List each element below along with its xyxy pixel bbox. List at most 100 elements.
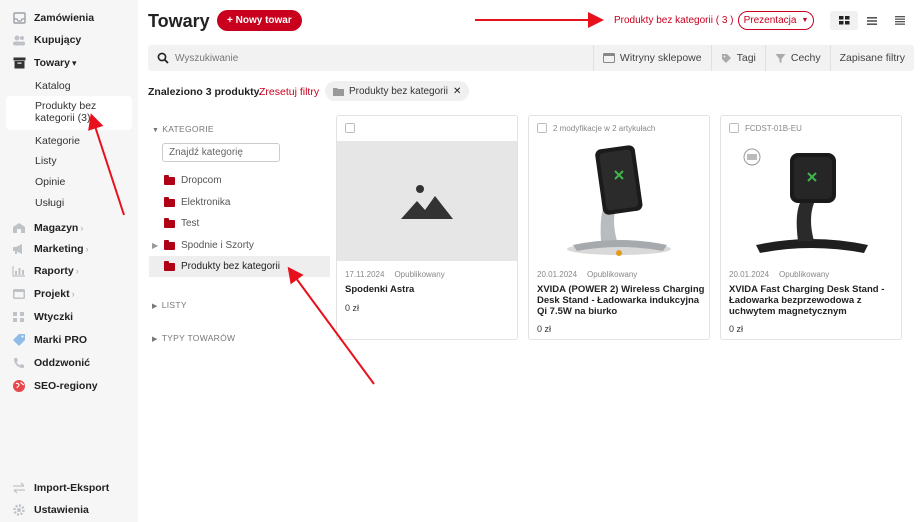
grid-view-button[interactable] xyxy=(830,11,858,30)
sidebar-item-reports[interactable]: Raporty › xyxy=(12,263,79,279)
sidebar-subitem-reviews[interactable]: Opinie xyxy=(35,176,65,188)
sidebar-item-marketing[interactable]: Marketing › xyxy=(12,241,89,257)
globe-icon xyxy=(12,379,26,393)
sidebar-subitem-catalog[interactable]: Katalog xyxy=(35,80,71,92)
chart-icon xyxy=(12,264,26,278)
card-top-label: FCDST-01B-EU xyxy=(745,123,802,133)
sidebar-subitem-categories[interactable]: Kategorie xyxy=(35,135,80,147)
select-checkbox[interactable] xyxy=(345,123,355,133)
card-date: 17.11.2024 xyxy=(345,270,385,279)
category-item-dropcom[interactable]: Dropcom xyxy=(164,174,222,186)
folder-uncategorized-icon xyxy=(164,260,175,271)
sidebar-item-warehouse[interactable]: Magazyn › xyxy=(12,220,83,236)
tags-filter-button[interactable]: Tagi xyxy=(710,45,765,71)
sidebar-item-project[interactable]: Projekt › xyxy=(12,286,75,302)
filter-funnel-icon xyxy=(775,53,786,63)
close-icon[interactable]: ✕ xyxy=(453,86,461,97)
sidebar-item-seo[interactable]: SEO-regiony xyxy=(12,378,98,394)
folder-icon xyxy=(164,196,175,207)
inbox-icon xyxy=(12,11,26,25)
card-top-label: 2 modyfikacje w 2 artykułach xyxy=(553,123,656,133)
product-name[interactable]: XVIDA Fast Charging Desk Stand - Ładowar… xyxy=(729,284,897,317)
sidebar-item-settings[interactable]: Ustawienia xyxy=(12,502,89,518)
category-label: Dropcom xyxy=(181,175,222,186)
sidebar-item-callback[interactable]: Oddzwonić xyxy=(12,355,90,371)
lists-heading-label: LISTY xyxy=(161,300,187,310)
sidebar-item-buyers[interactable]: Kupujący xyxy=(12,32,81,48)
new-product-button[interactable]: + Nowy towar xyxy=(217,10,302,31)
phone-icon xyxy=(12,356,26,370)
presentation-dropdown[interactable]: Prezentacja ▼ xyxy=(738,11,814,30)
megaphone-icon xyxy=(12,242,26,256)
category-item-test[interactable]: Test xyxy=(164,217,199,229)
results-count: Znaleziono 3 produkty. xyxy=(148,86,262,98)
page-title: Towary xyxy=(148,11,210,31)
category-item-uncategorized[interactable]: Produkty bez kategorii xyxy=(164,260,280,272)
search-icon xyxy=(157,52,169,64)
users-icon xyxy=(12,33,26,47)
product-types-heading[interactable]: ▶ TYPY TOWARÓW xyxy=(152,333,235,343)
reset-filters-link[interactable]: Zresetuj filtry xyxy=(259,86,319,98)
select-checkbox[interactable] xyxy=(537,123,547,133)
image-placeholder-icon xyxy=(401,185,453,219)
sidebar-item-label: Raporty xyxy=(34,265,74,277)
list-view-button[interactable] xyxy=(858,11,886,30)
filter-label: Cechy xyxy=(790,52,821,64)
sidebar-subitem-services[interactable]: Usługi xyxy=(35,197,64,209)
product-name[interactable]: XVIDA (POWER 2) Wireless Charging Desk S… xyxy=(537,284,705,317)
category-search-input[interactable]: Znajdź kategorię xyxy=(162,143,280,162)
sidebar-item-label: Oddzwonić xyxy=(34,357,90,369)
product-card[interactable]: 2 modyfikacje w 2 artykułach 20.01.2024 O… xyxy=(528,115,710,340)
filter-label: Zapisane filtry xyxy=(839,52,905,64)
card-date: 20.01.2024 xyxy=(729,270,770,279)
charging-stand-black-image xyxy=(743,148,868,253)
folder-icon xyxy=(164,174,175,185)
product-card[interactable]: 17.11.2024 Opublikowany Spodenki Astra 0 … xyxy=(336,115,518,340)
compact-view-button[interactable] xyxy=(886,11,914,30)
image-placeholder xyxy=(337,141,517,261)
product-price: 0 zł xyxy=(345,303,360,313)
sidebar-subitem-lists[interactable]: Listy xyxy=(35,155,57,167)
categories-heading[interactable]: ▼ KATEGORIE xyxy=(152,124,214,134)
active-filter-chip[interactable]: Produkty bez kategorii ✕ xyxy=(325,81,470,101)
product-price: 0 zł xyxy=(729,324,744,334)
transfer-icon xyxy=(12,481,26,495)
category-item-electronics[interactable]: Elektronika xyxy=(164,196,230,208)
sidebar-item-orders[interactable]: Zamówienia xyxy=(12,10,94,26)
card-status: Opublikowany xyxy=(779,270,830,279)
product-name[interactable]: Spodenki Astra xyxy=(345,284,513,295)
select-checkbox[interactable] xyxy=(729,123,739,133)
sidebar-item-import-export[interactable]: Import-Eksport xyxy=(12,480,109,496)
lists-heading[interactable]: ▶ LISTY xyxy=(152,300,187,310)
expand-icon[interactable]: ▶ xyxy=(152,241,158,250)
sidebar-item-label: Marketing xyxy=(34,243,84,255)
uncategorized-products-link[interactable]: Produkty bez kategorii ( 3 ) xyxy=(614,15,734,26)
search-input[interactable]: Wyszukiwanie xyxy=(175,53,593,64)
search-bar: Wyszukiwanie Witryny sklepowe Tagi Cechy… xyxy=(148,45,914,71)
chevron-right-icon: › xyxy=(80,223,84,233)
sidebar-item-label: SEO-regiony xyxy=(34,380,98,392)
storefront-icon xyxy=(602,53,615,63)
chevron-right-icon: › xyxy=(71,289,75,299)
product-image xyxy=(529,141,709,261)
category-item-pants-shorts[interactable]: Spodnie i Szorty xyxy=(164,239,254,251)
folder-icon xyxy=(164,217,175,228)
chevron-down-icon: ▾ xyxy=(71,57,77,68)
chevron-right-icon: › xyxy=(75,266,79,276)
category-label: Produkty bez kategorii xyxy=(181,261,280,272)
tag-icon xyxy=(721,53,731,63)
charging-stand-silver-image xyxy=(567,145,671,256)
sidebar-item-plugins[interactable]: Wtyczki xyxy=(12,309,73,325)
features-filter-button[interactable]: Cechy xyxy=(764,45,830,71)
product-price: 0 zł xyxy=(537,324,552,334)
saved-filters-button[interactable]: Zapisane filtry xyxy=(829,45,914,71)
sidebar-item-brands[interactable]: Marki PRO xyxy=(12,332,87,348)
product-card[interactable]: FCDST-01B-EU 20.01.2024 Opublikowany XVID… xyxy=(720,115,902,340)
card-status: Opublikowany xyxy=(587,270,638,279)
sidebar-subitem-uncategorized[interactable]: Produkty bez kategorii (3) xyxy=(35,100,115,124)
card-date: 20.01.2024 xyxy=(537,270,578,279)
presentation-label: Prezentacja xyxy=(743,15,797,26)
storefront-filter-button[interactable]: Witryny sklepowe xyxy=(592,45,711,71)
sidebar-item-products[interactable]: Towary ▾ xyxy=(12,55,77,71)
sidebar-item-label: Import-Eksport xyxy=(34,482,110,494)
